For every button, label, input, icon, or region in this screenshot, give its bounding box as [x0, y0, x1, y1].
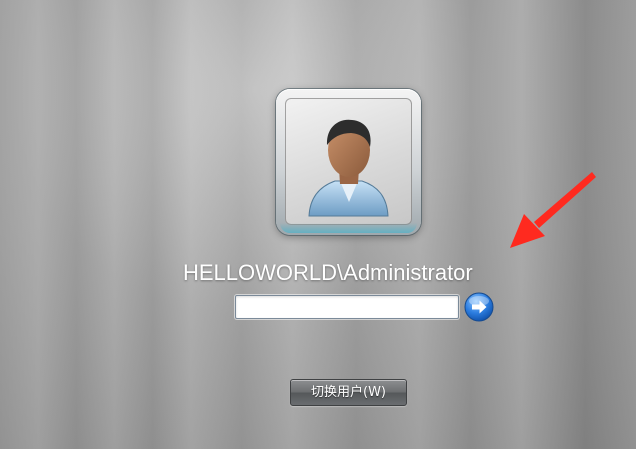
switch-user-button[interactable]: 切换用户(W) — [290, 379, 407, 406]
user-avatar-icon — [285, 98, 412, 225]
red-arrow-icon — [510, 172, 596, 248]
password-input[interactable] — [235, 295, 459, 319]
login-submit-button[interactable] — [464, 292, 494, 322]
username-label: HELLOWORLD\Administrator — [183, 260, 473, 285]
user-tile[interactable] — [276, 89, 421, 235]
arrow-right-icon — [464, 292, 494, 322]
